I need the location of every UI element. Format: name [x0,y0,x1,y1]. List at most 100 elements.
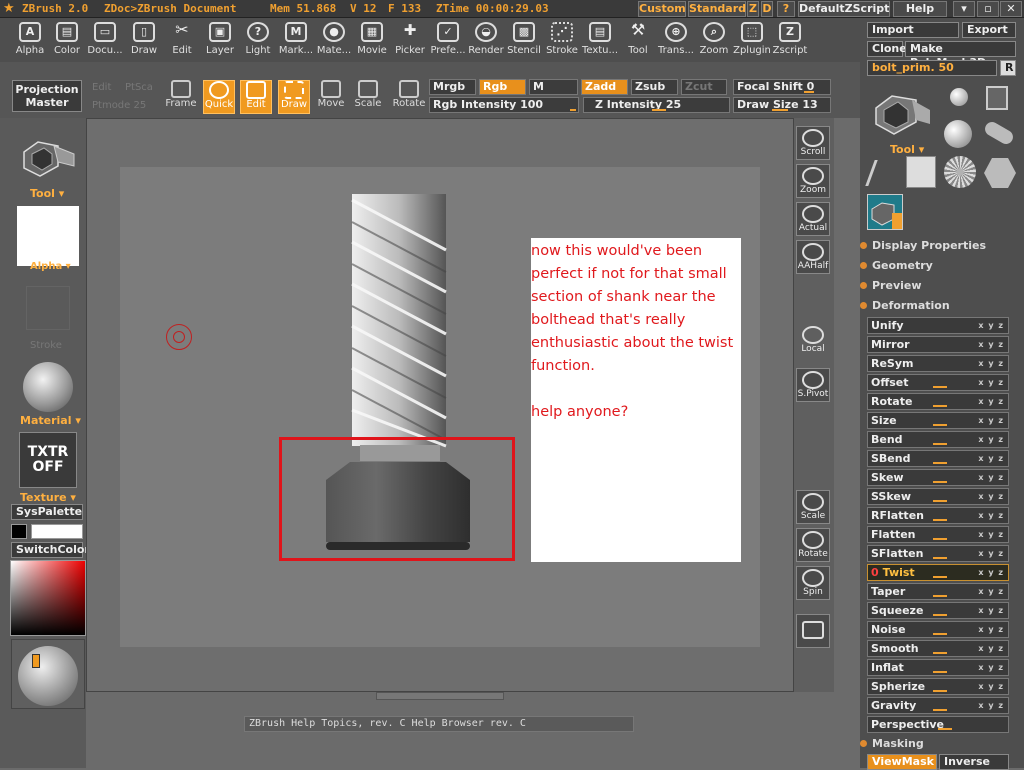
dropdown-icon[interactable]: ▾ [953,1,975,17]
sskew-slider[interactable]: SSkew x y z [867,488,1009,505]
snapshot-button[interactable] [796,614,830,648]
tool-name-field[interactable]: bolt_prim. 50 [867,60,997,76]
z-intensity-slider[interactable]: Z Intensity 25 [583,97,730,113]
rotate-nav-button[interactable]: Rotate [796,528,830,562]
cube-tool-icon[interactable] [906,156,936,188]
quick-button[interactable]: Quick [203,80,235,114]
aahalf-button[interactable]: AAHalf [796,240,830,274]
zsub-button[interactable]: Zsub [631,79,678,95]
texture-off-swatch[interactable]: TXTR OFF [19,432,77,488]
menu-edit[interactable]: ✂ Edit [163,20,201,60]
skew-slider[interactable]: Skew x y z [867,469,1009,486]
perspective-slider[interactable]: Perspective [867,716,1009,733]
menu-alpha[interactable]: A Alpha [11,20,49,60]
help-topics-bar[interactable]: ZBrush Help Topics, rev. C Help Browser … [244,716,634,732]
alpha-label[interactable]: Alpha ▾ [30,261,71,272]
color-picker[interactable] [10,560,86,636]
m-button[interactable]: M [529,79,578,95]
sbend-slider[interactable]: SBend x y z [867,450,1009,467]
tool-palette-label[interactable]: Tool ▾ [890,143,924,156]
material-label[interactable]: Material ▾ [20,414,81,427]
mrgb-button[interactable]: Mrgb [429,79,476,95]
zoom-button[interactable]: Zoom [796,164,830,198]
light-marker[interactable] [32,654,40,668]
import-button[interactable]: Import [867,22,959,38]
secondary-color-swatch[interactable] [31,524,83,539]
tool-label[interactable]: Tool ▾ [30,187,64,200]
rotate-button[interactable]: Rotate [391,80,427,114]
masking-section[interactable]: Masking [860,737,924,750]
bolt-tool-icon[interactable] [18,132,76,184]
bolt-prim-tool-icon[interactable] [867,194,903,230]
inflat-slider[interactable]: Inflat x y z [867,659,1009,676]
projection-master-button[interactable]: Projection Master [12,80,82,112]
offset-slider[interactable]: Offset x y z [867,374,1009,391]
current-tool-thumbnail[interactable] [872,84,932,146]
squeeze-slider[interactable]: Squeeze x y z [867,602,1009,619]
draw-button[interactable]: Draw [278,80,310,114]
stroke-icon[interactable] [26,286,70,330]
bend-slider[interactable]: Bend x y z [867,431,1009,448]
frame-button[interactable]: Frame [164,80,198,114]
menu-transform[interactable]: ⊕ Trans... [657,20,695,60]
flatten-slider[interactable]: Flatten x y z [867,526,1009,543]
spivot-button[interactable]: S.Pivot [796,368,830,402]
smooth-slider[interactable]: Smooth x y z [867,640,1009,657]
default-zscript-button[interactable]: DefaultZScript [798,1,890,17]
rgb-button[interactable]: Rgb [479,79,526,95]
cylinder-tool-icon[interactable] [982,119,1016,147]
menu-stroke[interactable]: ⋰ Stroke [543,20,581,60]
display-properties-section[interactable]: Display Properties [860,239,986,252]
sphere3d-tool-icon[interactable] [944,120,972,148]
menu-tool[interactable]: ⚒ Tool [619,20,657,60]
layers-tool-icon[interactable] [986,86,1008,110]
zcut-button[interactable]: Zcut [681,79,727,95]
clone-button[interactable]: Clone [867,41,907,57]
sphere-tool-icon[interactable] [950,88,968,106]
export-button[interactable]: Export [962,22,1016,38]
menu-stencil[interactable]: ▩ Stencil [505,20,543,60]
zadd-button[interactable]: Zadd [581,79,628,95]
gravity-slider[interactable]: Gravity x y z [867,697,1009,714]
deformation-section[interactable]: Deformation [860,299,950,312]
unify-button[interactable]: Unify x y z [867,317,1009,334]
rflatten-slider[interactable]: RFlatten x y z [867,507,1009,524]
menu-light[interactable]: ? Light [239,20,277,60]
edit-button[interactable]: Edit [240,80,272,114]
menu-preferences[interactable]: ✓ Prefe... [429,20,467,60]
close-icon[interactable]: ✕ [1000,1,1022,17]
menu-render[interactable]: ◒ Render [467,20,505,60]
menu-layer[interactable]: ▣ Layer [201,20,239,60]
r-button[interactable]: R [1000,60,1016,76]
menu-zoom[interactable]: ⌕ Zoom [695,20,733,60]
scale-nav-button[interactable]: Scale [796,490,830,524]
spin-button[interactable]: Spin [796,566,830,600]
menu-zscript[interactable]: Z Zscript [771,20,809,60]
focal-shift-slider[interactable]: Focal Shift 0 [733,79,831,95]
menu-document[interactable]: ▭ Docu... [86,20,124,60]
bolt-small-tool-icon[interactable] [984,158,1016,188]
sflatten-slider[interactable]: SFlatten x y z [867,545,1009,562]
local-button[interactable]: Local [796,324,830,358]
rgb-intensity-slider[interactable]: Rgb Intensity 100 [429,97,579,113]
geometry-section[interactable]: Geometry [860,259,933,272]
spherize-slider[interactable]: Spherize x y z [867,678,1009,695]
help-button[interactable]: Help [893,1,947,17]
menu-material[interactable]: ● Mate... [315,20,353,60]
mirror-button[interactable]: Mirror x y z [867,336,1009,353]
question-button[interactable]: ? [777,1,795,17]
resym-button[interactable]: ReSym x y z [867,355,1009,372]
custom-button[interactable]: Custom [638,1,686,17]
draw-size-slider[interactable]: Draw Size 13 [733,97,831,113]
menu-movie[interactable]: ▦ Movie [353,20,391,60]
size-slider[interactable]: Size x y z [867,412,1009,429]
menu-marker[interactable]: M Mark... [277,20,315,60]
taper-slider[interactable]: Taper x y z [867,583,1009,600]
material-preview-sphere[interactable] [18,646,78,706]
horizontal-scroll-handle[interactable] [376,692,504,700]
switchcolor-button[interactable]: SwitchColor [11,542,90,558]
material-sphere-icon[interactable] [23,362,73,412]
scroll-button[interactable]: Scroll [796,126,830,160]
gear-tool-icon[interactable] [944,156,976,188]
preview-section[interactable]: Preview [860,279,922,292]
